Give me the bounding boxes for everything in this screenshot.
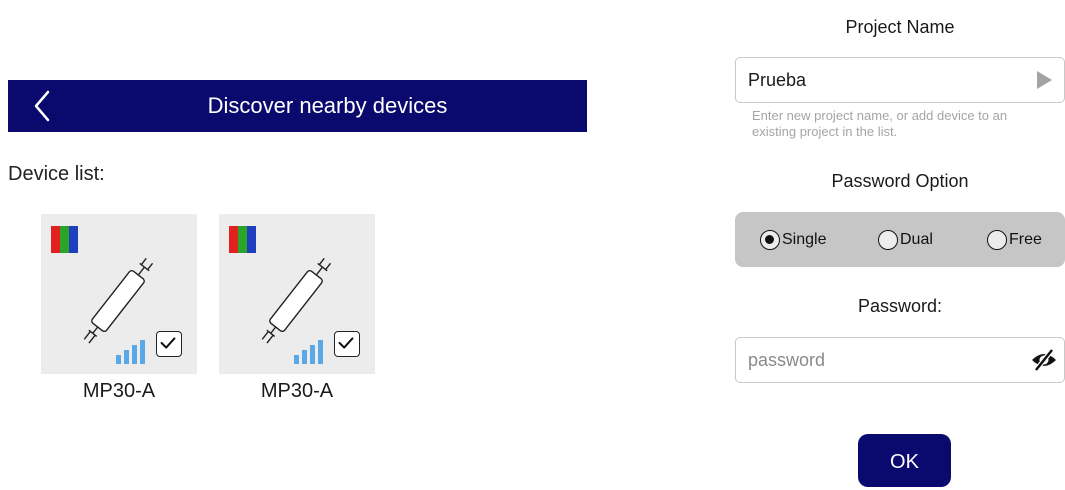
device-card[interactable] xyxy=(219,214,375,374)
checkmark-icon xyxy=(160,337,176,349)
option-free[interactable]: Free xyxy=(987,212,1042,267)
project-name-field[interactable]: Prueba xyxy=(735,57,1065,103)
option-label: Dual xyxy=(900,230,933,248)
project-name-hint: Enter new project name, or add device to… xyxy=(752,108,1008,139)
radio-icon[interactable] xyxy=(987,229,1007,250)
password-input[interactable] xyxy=(748,338,1018,382)
app-header: Discover nearby devices xyxy=(8,80,587,132)
page-title: Discover nearby devices xyxy=(207,93,448,118)
device-list-label: Device list: xyxy=(8,163,105,185)
project-name-heading: Project Name xyxy=(845,17,955,37)
option-single[interactable]: Single xyxy=(760,212,826,267)
eye-off-icon[interactable] xyxy=(1030,348,1058,372)
password-option-heading: Password Option xyxy=(831,171,969,191)
radio-selected-icon[interactable] xyxy=(760,229,780,250)
device-name: MP30-A xyxy=(82,380,156,402)
option-dual[interactable]: Dual xyxy=(878,212,933,267)
project-name-value[interactable]: Prueba xyxy=(748,58,806,102)
password-label: Password: xyxy=(857,296,943,316)
radio-icon[interactable] xyxy=(878,229,898,250)
play-arrow-icon[interactable] xyxy=(1034,70,1054,90)
password-option-group: Single Dual Free xyxy=(735,212,1065,267)
chevron-left-icon[interactable] xyxy=(30,88,56,124)
signal-strength-icon xyxy=(294,340,323,364)
device-checkbox[interactable] xyxy=(334,331,360,357)
password-field[interactable] xyxy=(735,337,1065,383)
option-label: Single xyxy=(782,230,827,248)
signal-strength-icon xyxy=(116,340,145,364)
checkmark-icon xyxy=(338,337,354,349)
device-checkbox[interactable] xyxy=(156,331,182,357)
option-label: Free xyxy=(1009,230,1042,248)
device-card[interactable] xyxy=(41,214,197,374)
device-name: MP30-A xyxy=(260,380,334,402)
ok-button[interactable]: OK xyxy=(858,434,951,487)
